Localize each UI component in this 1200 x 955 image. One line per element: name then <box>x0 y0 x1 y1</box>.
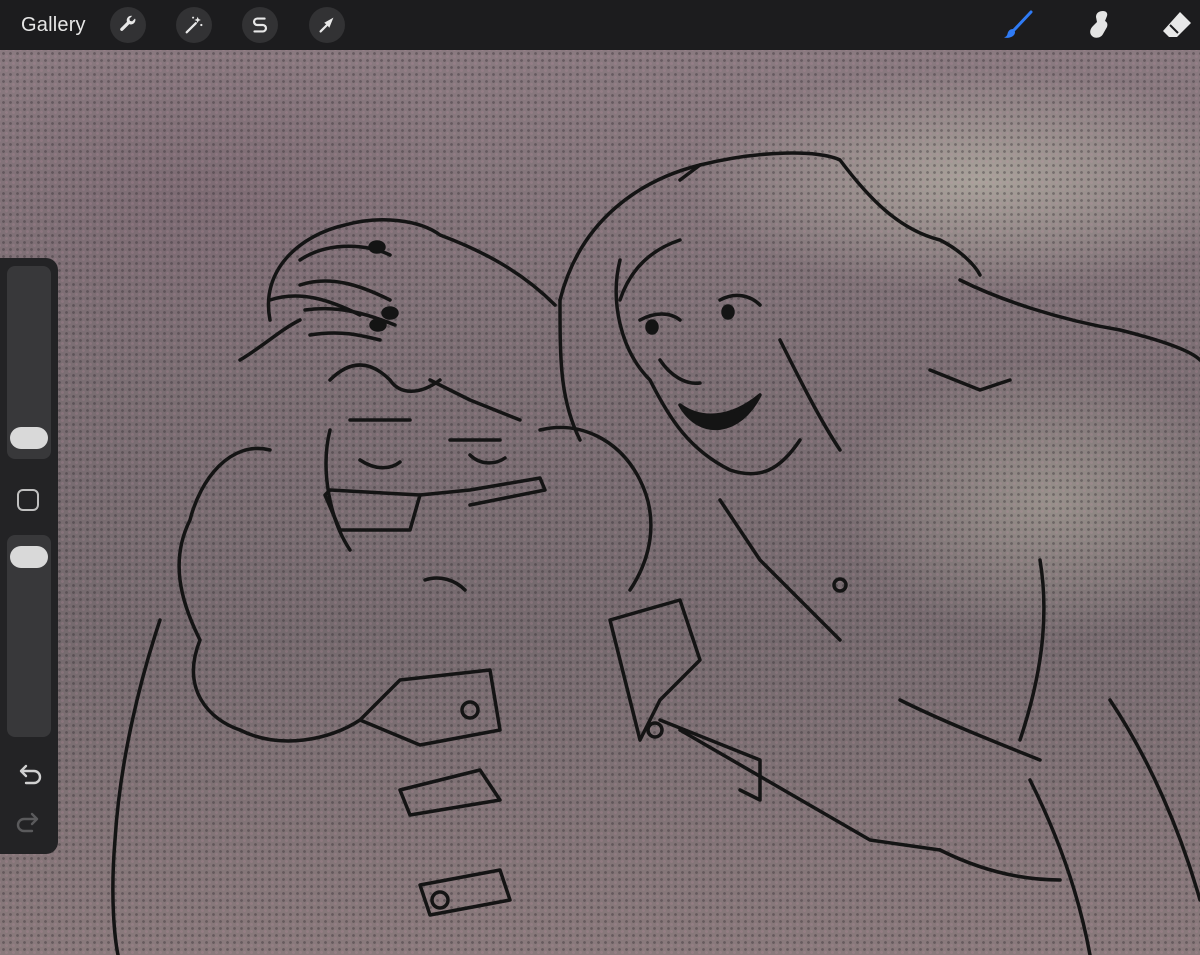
line-art <box>111 151 1200 955</box>
brush-icon[interactable] <box>1001 8 1035 42</box>
magic-wand-icon[interactable] <box>176 7 212 43</box>
opacity-knob[interactable] <box>10 546 48 568</box>
eraser-icon[interactable] <box>1160 8 1194 42</box>
drawing-canvas[interactable] <box>0 50 1200 955</box>
brush-size-slider[interactable] <box>7 266 51 459</box>
square-modify-icon[interactable] <box>17 489 39 511</box>
gallery-button[interactable]: Gallery <box>21 13 86 37</box>
top-toolbar: Gallery <box>0 0 1200 50</box>
opacity-slider[interactable] <box>7 535 51 737</box>
left-sidebar <box>0 258 58 854</box>
arrow-cursor-icon[interactable] <box>309 7 345 43</box>
wrench-icon[interactable] <box>110 7 146 43</box>
redo-icon[interactable] <box>14 811 44 837</box>
undo-icon[interactable] <box>14 763 44 789</box>
brush-size-knob[interactable] <box>10 427 48 449</box>
selection-s-icon[interactable] <box>242 7 278 43</box>
smudge-icon[interactable] <box>1083 8 1117 42</box>
